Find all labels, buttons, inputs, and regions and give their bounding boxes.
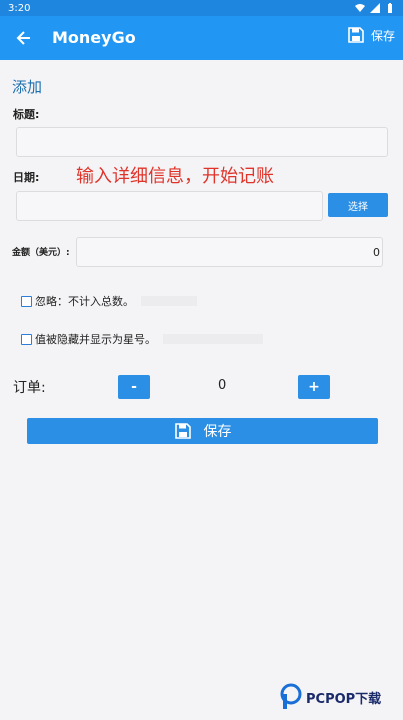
watermark-text: PCPOP下载 (306, 691, 382, 707)
signal-icon (370, 3, 380, 13)
title-input[interactable] (16, 127, 388, 157)
ignore-label: 忽略：不计入总数。 (35, 295, 134, 308)
hidden-checkbox[interactable] (21, 333, 32, 345)
app-title: MoneyGo (52, 28, 136, 47)
ignore-checkbox[interactable] (21, 295, 32, 307)
status-time: 3:20 (8, 2, 31, 14)
status-bar: 3:20 (0, 0, 403, 16)
title-label: 标题: (13, 108, 40, 121)
pcpop-logo-icon (280, 683, 302, 709)
amount-label: 金额（美元）: (12, 248, 70, 258)
amount-input[interactable]: 0 (76, 237, 383, 267)
floppy-disk-icon (174, 423, 191, 439)
order-label: 订单: (13, 380, 46, 396)
overlay-caption: 输入详细信息，开始记账 (76, 166, 274, 187)
hidden-checkbox-row[interactable]: 值被隐藏并显示为星号。 (21, 331, 263, 347)
date-input[interactable] (16, 191, 323, 221)
order-increment-button[interactable]: + (298, 375, 330, 399)
battery-icon (388, 3, 392, 13)
arrow-left-icon (16, 31, 30, 45)
faded-bar (141, 296, 197, 306)
back-button[interactable] (14, 28, 34, 48)
section-title: 添加 (12, 78, 43, 96)
status-icons (355, 3, 395, 13)
hidden-label: 值被隐藏并显示为星号。 (35, 333, 156, 346)
toolbar-save-button[interactable]: 保存 (347, 26, 395, 44)
date-label: 日期: (13, 171, 40, 184)
amount-value: 0 (373, 245, 380, 259)
faded-bar (163, 334, 263, 344)
watermark: PCPOP下载 (280, 683, 381, 711)
save-button[interactable]: 保存 (27, 418, 378, 444)
app-bar: MoneyGo 保存 (0, 16, 403, 60)
toolbar-save-label: 保存 (370, 28, 395, 43)
wifi-icon (355, 4, 365, 12)
floppy-disk-icon (348, 27, 364, 43)
order-decrement-button[interactable]: - (118, 375, 150, 399)
select-date-button[interactable]: 选择 (328, 193, 388, 217)
save-button-label: 保存 (203, 424, 232, 440)
order-value: 0 (218, 378, 227, 393)
ignore-checkbox-row[interactable]: 忽略：不计入总数。 (21, 293, 197, 309)
